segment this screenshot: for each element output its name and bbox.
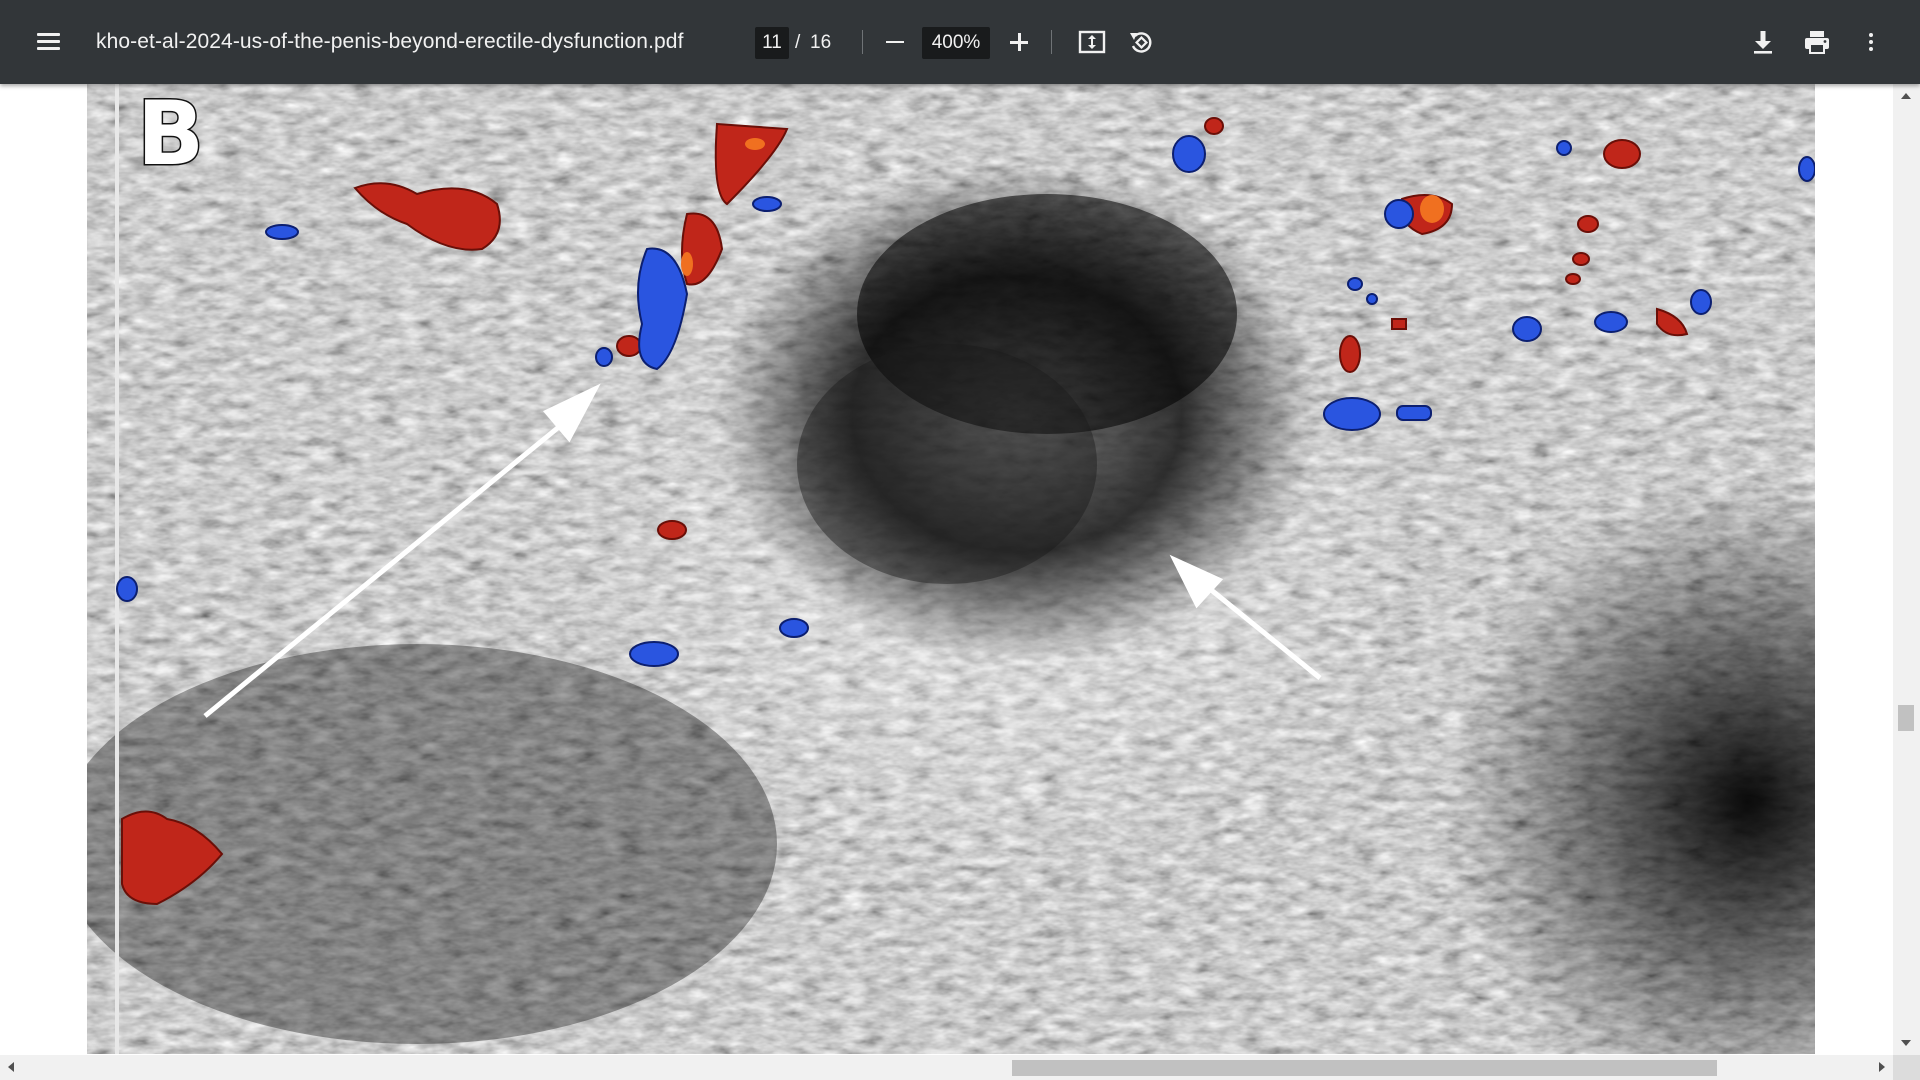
toolbar-divider xyxy=(862,30,863,54)
rotate-button[interactable] xyxy=(1121,22,1161,62)
document-title: kho-et-al-2024-us-of-the-penis-beyond-er… xyxy=(96,30,684,53)
scroll-up-icon[interactable] xyxy=(1901,93,1911,99)
ultrasound-image xyxy=(87,84,1815,1054)
zoom-out-button[interactable] xyxy=(875,22,915,62)
page-separator: / xyxy=(795,32,801,53)
more-options-button[interactable] xyxy=(1851,22,1891,62)
scroll-left-icon[interactable] xyxy=(8,1062,14,1072)
hamburger-menu-icon[interactable] xyxy=(28,22,68,62)
print-button[interactable] xyxy=(1797,22,1837,62)
scroll-right-icon[interactable] xyxy=(1879,1062,1885,1072)
download-button[interactable] xyxy=(1743,22,1783,62)
more-vertical-icon xyxy=(1869,33,1873,37)
zoom-level-input[interactable]: 400% xyxy=(922,27,990,59)
fit-to-page-icon xyxy=(1078,30,1106,54)
print-icon xyxy=(1805,31,1829,54)
download-icon xyxy=(1754,31,1772,54)
page-total: 16 xyxy=(810,32,832,53)
scrollbar-corner xyxy=(1893,1055,1920,1080)
horizontal-scrollbar[interactable] xyxy=(0,1055,1893,1080)
horizontal-scroll-thumb[interactable] xyxy=(1012,1060,1717,1076)
figure-label: B xyxy=(135,84,205,185)
rotate-counterclockwise-icon xyxy=(1130,32,1152,53)
page-number-input[interactable]: 11 xyxy=(755,27,789,59)
toolbar-divider xyxy=(1051,30,1052,54)
zoom-in-button[interactable] xyxy=(999,22,1039,62)
pdf-toolbar: kho-et-al-2024-us-of-the-penis-beyond-er… xyxy=(0,0,1920,84)
vertical-scrollbar[interactable] xyxy=(1893,84,1920,1055)
pdf-viewer-canvas[interactable]: B xyxy=(0,84,1920,1080)
scroll-down-icon[interactable] xyxy=(1901,1040,1911,1046)
vertical-scroll-thumb[interactable] xyxy=(1898,705,1914,731)
fit-to-page-button[interactable] xyxy=(1072,22,1112,62)
pdf-page: B xyxy=(87,84,1815,1054)
